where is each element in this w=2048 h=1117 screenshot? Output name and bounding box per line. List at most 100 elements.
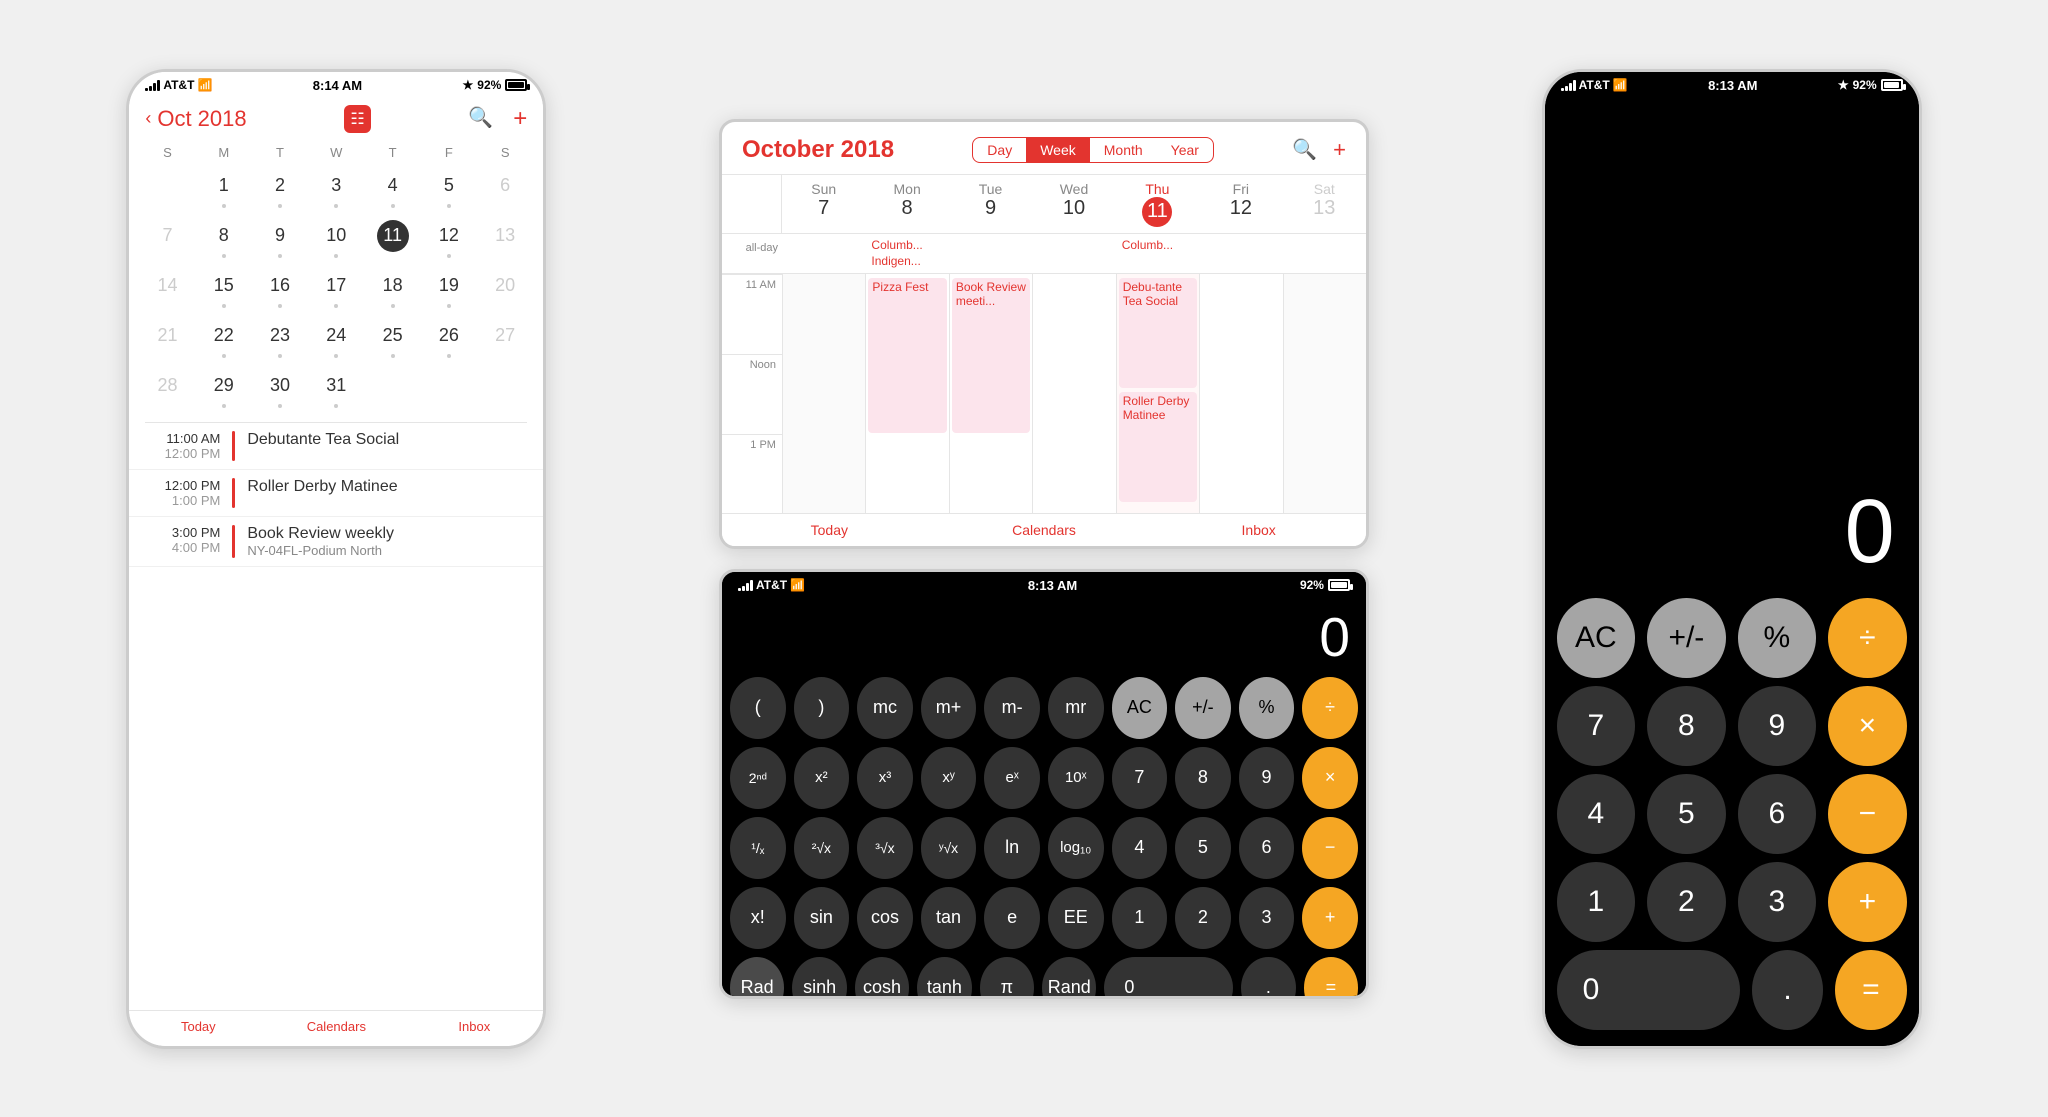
cal-day[interactable] [421,364,477,414]
cal-day[interactable] [364,364,420,414]
event-item-1[interactable]: 11:00 AM 12:00 PM Debutante Tea Social [129,423,543,470]
btn-sinh[interactable]: sinh [792,957,846,999]
all-day-mon[interactable]: Columb... Indigen... [865,234,948,273]
btn-log10[interactable]: log₁₀ [1048,817,1104,879]
btn-e[interactable]: e [984,887,1040,949]
btn-phone-1[interactable]: 1 [1557,862,1636,942]
btn-2nd[interactable]: 2ⁿᵈ [730,747,786,809]
btn-phone-7[interactable]: 7 [1557,686,1636,766]
btn-2[interactable]: 2 [1175,887,1231,949]
cal-day[interactable]: 13 [477,214,533,264]
btn-1x[interactable]: ¹/ₓ [730,817,786,879]
btn-9[interactable]: 9 [1239,747,1295,809]
btn-rad[interactable]: Rad [730,957,784,999]
btn-divide[interactable]: ÷ [1302,677,1358,739]
btn-phone-eq[interactable]: = [1835,950,1906,1030]
btn-phone-mul[interactable]: × [1828,686,1907,766]
week-col-tue[interactable]: Tue 9 [949,175,1032,233]
week-col-mon[interactable]: Mon 8 [865,175,948,233]
week-col-sun[interactable]: Sun 7 [782,175,865,233]
btn-5[interactable]: 5 [1175,817,1231,879]
btn-phone-div[interactable]: ÷ [1828,598,1907,678]
cal-day[interactable] [477,364,533,414]
search-icon[interactable]: 🔍 [1292,137,1317,163]
btn-phone-2[interactable]: 2 [1647,862,1726,942]
cal-day[interactable]: 16 [252,264,308,314]
cal-day[interactable]: 9 [252,214,308,264]
btn-factorial[interactable]: x! [730,887,786,949]
btn-7[interactable]: 7 [1112,747,1168,809]
cal-day[interactable]: 10 [308,214,364,264]
tab-day[interactable]: Day [973,138,1026,162]
btn-sin[interactable]: sin [794,887,850,949]
btn-equals[interactable]: = [1304,957,1358,999]
event-pizza-fest[interactable]: Pizza Fest [868,278,946,433]
btn-tanh[interactable]: tanh [917,957,971,999]
event-item-3[interactable]: 3:00 PM 4:00 PM Book Review weekly NY-04… [129,517,543,567]
event-book-review[interactable]: Book Review meeti... [952,278,1030,433]
tab-today[interactable]: Today [129,1019,267,1034]
btn-sqrt2[interactable]: ²√x [794,817,850,879]
cal-day[interactable]: 17 [308,264,364,314]
cal-day[interactable]: 26 [421,314,477,364]
btn-phone-9[interactable]: 9 [1738,686,1817,766]
cal-day[interactable]: 8 [196,214,252,264]
btn-mminus[interactable]: m- [984,677,1040,739]
cal-day[interactable]: 3 [308,164,364,214]
cal-day-today[interactable]: 11 [364,214,420,264]
all-day-thu[interactable]: Columb... [1116,234,1199,273]
tab-week[interactable]: Week [1026,138,1090,162]
week-col-wed[interactable]: Wed 10 [1032,175,1115,233]
week-col-fri[interactable]: Fri 12 [1199,175,1282,233]
btn-8[interactable]: 8 [1175,747,1231,809]
btn-mc[interactable]: mc [857,677,913,739]
cal-day[interactable]: 23 [252,314,308,364]
event-item-2[interactable]: 12:00 PM 1:00 PM Roller Derby Matinee [129,470,543,517]
btn-phone-8[interactable]: 8 [1647,686,1726,766]
btn-4[interactable]: 4 [1112,817,1168,879]
btn-phone-6[interactable]: 6 [1738,774,1817,854]
btn-sqrt3[interactable]: ³√x [857,817,913,879]
btn-phone-4[interactable]: 4 [1557,774,1636,854]
tab-year[interactable]: Year [1157,138,1213,162]
cal-day[interactable]: 12 [421,214,477,264]
btn-phone-3[interactable]: 3 [1738,862,1817,942]
btn-pi[interactable]: π [980,957,1034,999]
btn-xsq[interactable]: x² [794,747,850,809]
btn-10x[interactable]: 10ˣ [1048,747,1104,809]
btn-phone-5[interactable]: 5 [1647,774,1726,854]
btn-close-paren[interactable]: ) [794,677,850,739]
btn-percent[interactable]: % [1239,677,1295,739]
grid-icon[interactable]: ☷ [344,105,370,133]
btn-plusminus[interactable]: +/- [1175,677,1231,739]
btn-xcube[interactable]: x³ [857,747,913,809]
cal-day[interactable]: 31 [308,364,364,414]
cal-day[interactable]: 18 [364,264,420,314]
all-day-event-2[interactable]: Indigen... [867,253,946,269]
btn-ln[interactable]: ln [984,817,1040,879]
btn-xy[interactable]: xʸ [921,747,977,809]
tab-calendars[interactable]: Calendars [937,522,1152,538]
btn-ex[interactable]: eˣ [984,747,1040,809]
cal-day[interactable] [139,164,195,214]
tab-inbox[interactable]: Inbox [1151,522,1366,538]
tab-month[interactable]: Month [1090,138,1157,162]
cal-day[interactable]: 27 [477,314,533,364]
cal-title[interactable]: ‹ Oct 2018 [145,106,246,132]
all-day-event-1[interactable]: Columb... [867,237,946,253]
btn-6[interactable]: 6 [1239,817,1295,879]
cal-day[interactable]: 20 [477,264,533,314]
btn-ee[interactable]: EE [1048,887,1104,949]
tab-inbox[interactable]: Inbox [405,1019,543,1034]
search-icon[interactable]: 🔍 [468,105,493,133]
btn-3[interactable]: 3 [1239,887,1295,949]
btn-phone-add[interactable]: + [1828,862,1907,942]
add-icon[interactable]: + [1333,137,1346,163]
btn-mplus[interactable]: m+ [921,677,977,739]
event-debutante[interactable]: Debu-tante Tea Social [1119,278,1197,388]
cal-day[interactable]: 5 [421,164,477,214]
tab-calendars[interactable]: Calendars [267,1019,405,1034]
btn-cos[interactable]: cos [857,887,913,949]
event-roller-derby[interactable]: Roller Derby Matinee [1119,392,1197,502]
btn-open-paren[interactable]: ( [730,677,786,739]
